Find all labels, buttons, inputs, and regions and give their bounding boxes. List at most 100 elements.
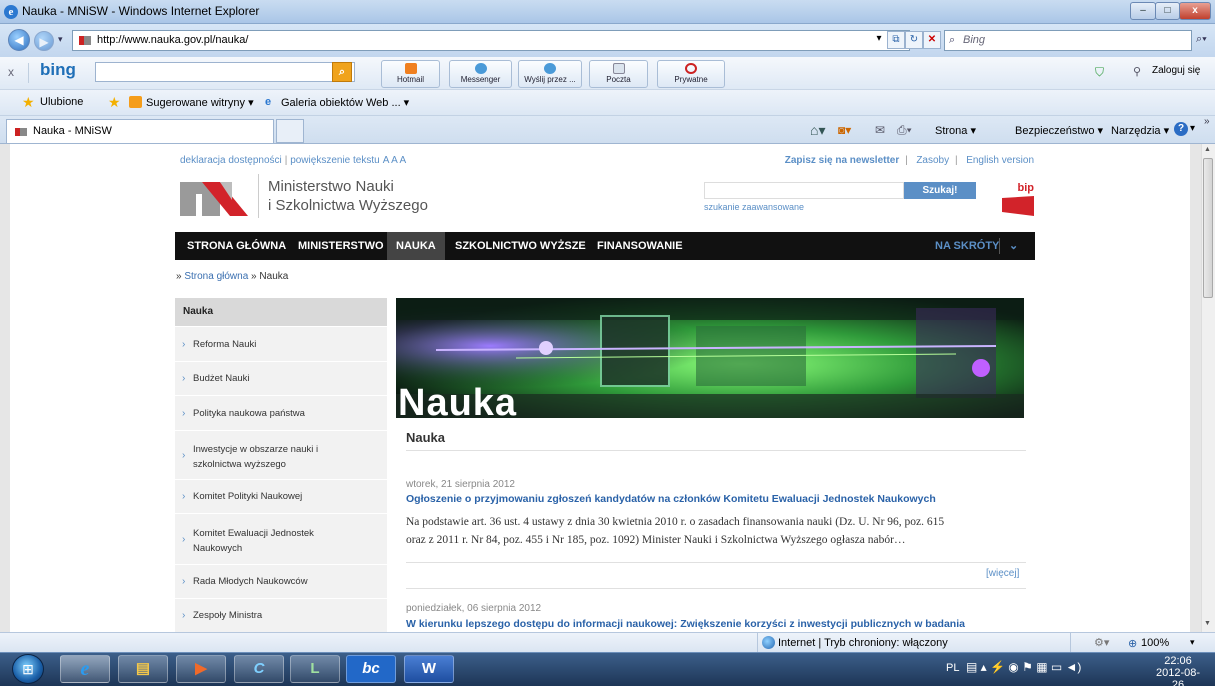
safety-menu[interactable]: Bezpieczeństwo ▾ <box>1015 124 1103 137</box>
search-icon: ⌕ <box>949 34 956 46</box>
zoom-dropdown-icon[interactable]: ▾ <box>1190 637 1195 648</box>
taskbar-bc-icon[interactable]: bc <box>346 655 396 683</box>
taskbar-media-icon[interactable]: ▶ <box>176 655 226 683</box>
sidebar-item-komitet-polityki[interactable]: › Komitet Polityki Naukowej <box>175 479 387 513</box>
ministry-logo-icon[interactable] <box>180 178 252 216</box>
sidebar-item-polityka[interactable]: › Polityka naukowa państwa <box>175 395 387 430</box>
newsletter-link[interactable]: Zapisz się na newsletter <box>785 155 900 166</box>
bip-logo[interactable]: bip <box>1002 182 1034 216</box>
taskbar-explorer-icon[interactable]: ▤ <box>118 655 168 683</box>
web-slice-icon: e <box>265 96 272 108</box>
hotmail-button[interactable]: Hotmail <box>381 60 440 88</box>
home-icon[interactable]: ⌂▾ <box>810 122 825 139</box>
article-title-link[interactable]: Ogłoszenie o przyjmowaniu zgłoszeń kandy… <box>406 493 936 505</box>
ministry-name: Ministerstwo Nauki i Szkolnictwa Wyższeg… <box>268 177 428 215</box>
scroll-down-icon[interactable]: ▼ <box>1204 620 1211 627</box>
send-button[interactable]: Wyślij przez ... <box>518 60 582 88</box>
english-link[interactable]: English version <box>966 155 1034 166</box>
article-date: poniedziałek, 06 sierpnia 2012 <box>406 603 542 614</box>
mail-button[interactable]: Poczta <box>589 60 648 88</box>
refresh-icon[interactable]: ↻ <box>905 31 923 49</box>
sidebar-item-inwestycje[interactable]: › Inwestycje w obszarze nauki i szkolnict… <box>175 430 387 479</box>
tab-favicon-icon <box>15 128 27 136</box>
start-button[interactable]: ⊞ <box>12 654 44 684</box>
resources-link[interactable]: Zasoby <box>916 155 949 166</box>
suggested-sites-link[interactable]: Sugerowane witryny ▾ <box>146 96 254 109</box>
private-button[interactable]: Prywatne <box>657 60 725 88</box>
add-favorite-icon[interactable]: ★ <box>108 94 121 111</box>
breadcrumb-current: Nauka <box>259 271 289 282</box>
sidebar-item-rada[interactable]: › Rada Młodych Naukowców <box>175 564 387 598</box>
article-title-link[interactable]: W kierunku lepszego dostępu do informacj… <box>406 618 965 630</box>
back-button[interactable]: ◀ <box>8 29 30 51</box>
login-link[interactable]: Zaloguj się <box>1152 65 1200 76</box>
nav-home[interactable]: STRONA GŁÓWNA <box>187 232 286 260</box>
help-dropdown-icon[interactable]: ▾ <box>1190 123 1195 134</box>
stop-icon[interactable]: ✕ <box>923 31 941 49</box>
search-go-icon[interactable]: ⌕▾ <box>1196 33 1207 46</box>
shortcuts-chevron-icon[interactable]: ⌄ <box>1009 232 1018 260</box>
read-more-link[interactable]: [więcej] <box>986 568 1019 579</box>
help-icon[interactable]: ? <box>1174 122 1188 136</box>
nav-science[interactable]: NAUKA <box>387 232 445 260</box>
site-search-button[interactable]: Szukaj! <box>904 182 976 199</box>
private-icon <box>685 63 697 74</box>
feeds-icon[interactable]: ◙▾ <box>838 123 851 137</box>
sidebar-item-reforma[interactable]: › Reforma Nauki <box>175 326 387 361</box>
zoom-icon[interactable]: ⊕ <box>1128 637 1137 650</box>
window-title: Nauka - MNiSW - Windows Internet Explore… <box>22 4 260 18</box>
zoom-level[interactable]: 100% <box>1141 637 1169 649</box>
sidebar-item-budzet[interactable]: › Budżet Nauki <box>175 361 387 395</box>
main-nav: STRONA GŁÓWNA MINISTERSTWO NAUKA SZKOLNI… <box>175 232 1035 260</box>
minimize-button[interactable]: – <box>1130 2 1156 20</box>
taskbar-lync-icon[interactable]: L <box>290 655 340 683</box>
maximize-button[interactable]: □ <box>1155 2 1180 20</box>
close-button[interactable]: x <box>1179 2 1211 20</box>
overflow-chevron-icon[interactable]: » <box>1204 116 1210 127</box>
address-dropdown-icon[interactable]: ▾ <box>870 31 888 49</box>
advanced-search-link[interactable]: szukanie zaawansowane <box>704 202 804 212</box>
forward-button[interactable]: ▶ <box>34 31 54 51</box>
address-bar[interactable]: http://www.nauka.gov.pl/nauka/ <box>72 30 910 51</box>
sidebar-item-zespoly[interactable]: › Zespoły Ministra <box>175 598 387 632</box>
font-size-links[interactable]: A A A <box>383 155 406 166</box>
close-toolbar-icon[interactable]: x <box>8 65 14 79</box>
tools-menu[interactable]: Narzędzia ▾ <box>1111 124 1169 137</box>
chevron-right-icon: › <box>182 491 186 502</box>
bing-search-button[interactable]: ⌕ <box>332 62 352 82</box>
new-tab-button[interactable] <box>276 119 304 143</box>
nav-higher-education[interactable]: SZKOLNICTWO WYŻSZE <box>455 232 586 260</box>
scroll-up-icon[interactable]: ▲ <box>1204 146 1211 153</box>
print-icon[interactable]: ⎙▾ <box>897 123 912 138</box>
language-indicator[interactable]: PL <box>946 662 959 674</box>
breadcrumb-home[interactable]: Strona główna <box>184 271 248 282</box>
security-zone[interactable]: Internet | Tryb chroniony: włączony <box>778 637 948 649</box>
read-mail-icon[interactable]: ✉ <box>875 123 885 137</box>
recent-pages-icon[interactable]: ▾ <box>58 34 63 45</box>
web-slice-gallery-link[interactable]: Galeria obiektów Web ... ▾ <box>281 96 409 109</box>
accessibility-link[interactable]: deklaracja dostępności <box>180 155 282 166</box>
taskbar-word-icon[interactable]: W <box>404 655 454 683</box>
text-zoom-link[interactable]: powiększenie tekstu <box>290 155 380 166</box>
tray-icons[interactable]: ▤ ▴ ⚡ ◉ ⚑ ▦ ▭ ◄) <box>966 660 1081 674</box>
sidebar-item-komitet-ewaluacji[interactable]: › Komitet Ewaluacji Jednostek Naukowych <box>175 513 387 564</box>
bing-search-input[interactable] <box>95 62 355 82</box>
search-input[interactable]: ⌕ Bing <box>944 30 1192 51</box>
compat-view-icon[interactable]: ⧉ <box>887 31 905 49</box>
tab-nauka[interactable]: Nauka - MNiSW <box>6 119 274 143</box>
clock[interactable]: 22:06 2012-08-26 <box>1153 655 1203 686</box>
favorites-button[interactable]: Ulubione <box>40 96 83 108</box>
divider <box>406 450 1026 451</box>
nav-ministry[interactable]: MINISTERSTWO <box>298 232 384 260</box>
scrollbar-thumb[interactable] <box>1203 158 1213 298</box>
nav-shortcuts[interactable]: NA SKRÓTY <box>935 232 999 260</box>
messenger-button[interactable]: Messenger <box>449 60 512 88</box>
taskbar-ie-icon[interactable]: e <box>60 655 110 683</box>
clock-date: 2012-08-26 <box>1155 667 1201 686</box>
protected-mode-icon[interactable]: ⚙▾ <box>1094 636 1109 649</box>
web-page: deklaracja dostępności | powiększenie te… <box>10 144 1190 632</box>
page-menu[interactable]: Strona ▾ <box>935 124 976 137</box>
site-search-input[interactable] <box>704 182 904 199</box>
nav-financing[interactable]: FINANSOWANIE <box>597 232 683 260</box>
taskbar-app-icon[interactable]: C <box>234 655 284 683</box>
